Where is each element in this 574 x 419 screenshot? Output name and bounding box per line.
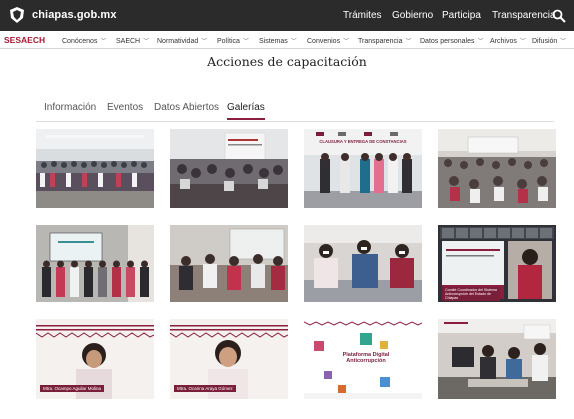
- page-title: Acciones de capacitación: [207, 54, 367, 69]
- gallery-photo-7[interactable]: [304, 225, 422, 302]
- tab-informacion[interactable]: Información: [44, 102, 96, 113]
- photo-caption: Comité Coordinador del Sistema Anticorru…: [442, 287, 500, 302]
- photo-caption: CLAUSURA Y ENTREGA DE CONSTANCIAS: [319, 139, 407, 144]
- menu-label: SAECH: [116, 38, 141, 45]
- search-icon[interactable]: [552, 9, 566, 23]
- gallery-photo-8[interactable]: Comité Coordinador del Sistema Anticorru…: [438, 225, 556, 302]
- photo-image: [36, 129, 154, 208]
- menu-label: Sistemas: [259, 38, 288, 45]
- tab-eventos[interactable]: Eventos: [107, 102, 143, 113]
- photo-image: [438, 129, 556, 208]
- menu-archivos[interactable]: Archivos ﹀: [490, 36, 526, 45]
- nav-participa[interactable]: Participa: [442, 10, 481, 21]
- menu-label: Datos personales: [420, 38, 475, 45]
- menu-label: Difusión: [532, 38, 558, 45]
- photo-image: [36, 225, 154, 302]
- tab-galerias[interactable]: Galerías: [227, 102, 265, 120]
- menu-transparencia[interactable]: Transparencia ﹀: [358, 36, 412, 45]
- nav-transparencia[interactable]: Transparencia: [492, 10, 556, 21]
- content-tabs: Información Eventos Datos Abiertos Galer…: [36, 98, 554, 122]
- photo-caption: Plataforma Digital Anticorrupción: [342, 352, 390, 365]
- tab-datos-abiertos[interactable]: Datos Abiertos: [154, 102, 219, 113]
- chevron-down-icon: ﹀: [100, 39, 107, 45]
- menu-label: Convenios: [307, 38, 341, 45]
- gallery-photo-11[interactable]: Plataforma Digital Anticorrupción: [304, 319, 422, 399]
- shield-icon[interactable]: [10, 7, 24, 23]
- chevron-down-icon: ﹀: [560, 39, 567, 45]
- photo-gallery: CLAUSURA Y ENTREGA DE CONSTANCIAS Comité…: [36, 129, 556, 413]
- menu-label: Archivos: [490, 38, 517, 45]
- menu-datos-personales[interactable]: Datos personales ﹀: [420, 36, 484, 45]
- menu-conocenos[interactable]: Conócenos ﹀: [62, 36, 106, 45]
- chevron-down-icon: ﹀: [143, 39, 150, 45]
- chevron-down-icon: ﹀: [343, 39, 350, 45]
- gallery-photo-5[interactable]: [36, 225, 154, 302]
- chevron-down-icon: ﹀: [519, 39, 526, 45]
- gallery-photo-1[interactable]: [36, 129, 154, 208]
- gallery-photo-3[interactable]: CLAUSURA Y ENTREGA DE CONSTANCIAS: [304, 129, 422, 208]
- gallery-photo-6[interactable]: [170, 225, 288, 302]
- chevron-down-icon: ﹀: [242, 39, 249, 45]
- nav-tramites[interactable]: Trámites: [343, 10, 382, 21]
- menu-label: Transparencia: [358, 38, 403, 45]
- nav-gobierno[interactable]: Gobierno: [392, 10, 433, 21]
- brand-link[interactable]: SESAECH: [4, 35, 45, 45]
- menu-politica[interactable]: Política ﹀: [217, 36, 249, 45]
- photo-image: [170, 225, 288, 302]
- menu-label: Política: [217, 38, 240, 45]
- photo-caption: Mtra. Ocampo Aguilar Molina: [40, 385, 105, 392]
- gallery-photo-9[interactable]: Mtra. Ocampo Aguilar Molina: [36, 319, 154, 399]
- gallery-photo-10[interactable]: Mtra. Ocarina Araya Gómez: [170, 319, 288, 399]
- gallery-photo-4[interactable]: [438, 129, 556, 208]
- chevron-down-icon: ﹀: [290, 39, 297, 45]
- menu-convenios[interactable]: Convenios ﹀: [307, 36, 349, 45]
- menu-saech[interactable]: SAECH ﹀: [116, 36, 149, 45]
- photo-image: [438, 319, 556, 399]
- photo-caption: Mtra. Ocarina Araya Gómez: [174, 385, 236, 392]
- chevron-down-icon: ﹀: [405, 39, 412, 45]
- gov-domain-link[interactable]: chiapas.gob.mx: [32, 9, 117, 21]
- gov-top-bar: chiapas.gob.mx Trámites Gobierno Partici…: [0, 0, 574, 31]
- menu-label: Conócenos: [62, 38, 98, 45]
- secondary-nav: SESAECH Conócenos ﹀ SAECH ﹀ Normatividad ﹀ …: [0, 31, 574, 49]
- gallery-photo-2[interactable]: [170, 129, 288, 208]
- chevron-down-icon: ﹀: [477, 39, 484, 45]
- menu-sistemas[interactable]: Sistemas ﹀: [259, 36, 297, 45]
- gallery-photo-12[interactable]: [438, 319, 556, 399]
- photo-image: [304, 225, 422, 302]
- menu-normatividad[interactable]: Normatividad ﹀: [157, 36, 207, 45]
- menu-label: Normatividad: [157, 38, 199, 45]
- photo-image: [170, 129, 288, 208]
- menu-difusion[interactable]: Difusión ﹀: [532, 36, 566, 45]
- chevron-down-icon: ﹀: [201, 39, 208, 45]
